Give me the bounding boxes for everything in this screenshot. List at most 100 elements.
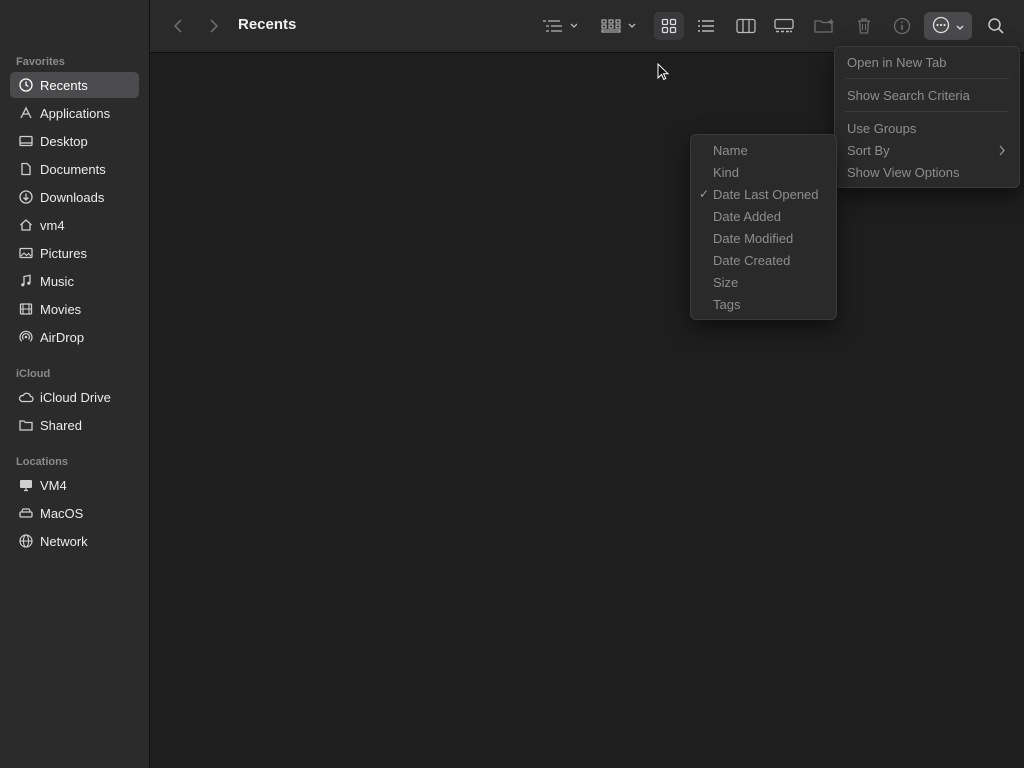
computer-icon	[18, 477, 34, 493]
sidebar: Favorites Recents Applications Desktop D…	[0, 0, 150, 768]
section-title-favorites: Favorites	[16, 56, 65, 68]
group-by-button[interactable]	[538, 12, 580, 40]
sidebar-item-label: Music	[40, 273, 74, 289]
column-view-button[interactable]	[732, 12, 760, 40]
window-title: Recents	[238, 16, 297, 33]
menu-item-label: Show Search Criteria	[847, 87, 970, 103]
sort-option-tags[interactable]: Tags	[691, 293, 836, 315]
menu-item-sort-by[interactable]: Sort By	[835, 139, 1019, 161]
ellipsis-circle-icon	[932, 16, 950, 37]
download-icon	[18, 189, 34, 205]
back-button[interactable]	[168, 12, 188, 40]
menu-item-label: Tags	[713, 296, 741, 312]
sidebar-item-label: Applications	[40, 105, 111, 121]
list-group-icon	[541, 19, 577, 33]
globe-icon	[18, 533, 34, 549]
sidebar-item-label: Network	[40, 533, 88, 549]
home-icon	[18, 217, 34, 233]
sidebar-item-recents[interactable]: Recents	[10, 72, 139, 98]
sidebar-item-macos[interactable]: MacOS	[10, 500, 139, 526]
section-title-locations: Locations	[16, 456, 68, 468]
sort-by-submenu: Name Kind ✓ Date Last Opened Date Added …	[690, 134, 837, 320]
menu-item-label: Open in New Tab	[847, 54, 947, 70]
column-view-icon	[736, 18, 756, 34]
sort-option-date-modified[interactable]: Date Modified	[691, 227, 836, 249]
sort-option-name[interactable]: Name	[691, 139, 836, 161]
search-icon	[987, 17, 1005, 35]
icon-view-button[interactable]	[654, 12, 684, 40]
sidebar-item-label: Desktop	[40, 133, 88, 149]
trash-button[interactable]	[852, 12, 876, 40]
info-icon	[893, 17, 911, 35]
sidebar-item-label: MacOS	[40, 505, 84, 521]
sidebar-item-label: Pictures	[40, 245, 87, 261]
sort-option-date-last-opened[interactable]: ✓ Date Last Opened	[691, 183, 836, 205]
menu-separator	[845, 78, 1009, 79]
menu-item-open-in-new-tab[interactable]: Open in New Tab	[835, 51, 1019, 73]
sidebar-item-airdrop[interactable]: AirDrop	[10, 324, 139, 350]
document-icon	[18, 161, 34, 177]
sidebar-item-network[interactable]: Network	[10, 528, 139, 554]
trash-icon	[856, 17, 872, 35]
search-button[interactable]	[984, 12, 1008, 40]
sidebar-item-pictures[interactable]: Pictures	[10, 240, 139, 266]
checkmark-icon: ✓	[699, 187, 710, 201]
sidebar-item-label: Documents	[40, 161, 106, 177]
gallery-view-button[interactable]	[770, 12, 798, 40]
sidebar-item-label: Downloads	[40, 189, 105, 205]
sidebar-item-label: Movies	[40, 301, 82, 317]
cloud-icon	[18, 389, 34, 405]
menu-item-label: Sort By	[847, 142, 890, 158]
menu-separator	[845, 111, 1009, 112]
sidebar-item-vm4[interactable]: vm4	[10, 212, 139, 238]
sidebar-item-documents[interactable]: Documents	[10, 156, 139, 182]
sidebar-item-label: iCloud Drive	[40, 389, 111, 405]
sidebar-item-downloads[interactable]: Downloads	[10, 184, 139, 210]
menu-item-label: Show View Options	[847, 164, 960, 180]
info-button[interactable]	[890, 12, 914, 40]
menu-item-label: Use Groups	[847, 120, 917, 136]
sidebar-item-applications[interactable]: Applications	[10, 100, 139, 126]
sidebar-item-icloud-drive[interactable]: iCloud Drive	[10, 384, 139, 410]
view-options-button[interactable]	[600, 12, 640, 40]
list-view-button[interactable]	[692, 12, 720, 40]
sidebar-item-music[interactable]: Music	[10, 268, 139, 294]
sidebar-item-label: vm4	[40, 217, 65, 233]
clock-icon	[18, 77, 34, 93]
new-folder-icon	[814, 18, 836, 34]
sidebar-item-shared[interactable]: Shared	[10, 412, 139, 438]
menu-item-show-view-options[interactable]: Show View Options	[835, 161, 1019, 183]
sort-option-size[interactable]: Size	[691, 271, 836, 293]
menu-item-use-groups[interactable]: Use Groups	[835, 117, 1019, 139]
sort-option-kind[interactable]: Kind	[691, 161, 836, 183]
sidebar-item-desktop[interactable]: Desktop	[10, 128, 139, 154]
menu-item-label: Date Created	[713, 252, 791, 268]
sidebar-item-label: Recents	[40, 77, 88, 93]
menu-item-label: Kind	[713, 164, 740, 180]
gallery-view-icon	[774, 18, 794, 34]
airdrop-icon	[18, 329, 34, 345]
section-title-icloud: iCloud	[16, 368, 51, 380]
desktop-icon	[18, 133, 34, 149]
sidebar-item-movies[interactable]: Movies	[10, 296, 139, 322]
menu-item-label: Date Modified	[713, 230, 794, 246]
photo-icon	[18, 245, 34, 261]
sort-option-date-added[interactable]: Date Added	[691, 205, 836, 227]
chevron-left-icon	[173, 18, 183, 34]
list-view-icon	[697, 19, 715, 33]
new-folder-button[interactable]	[812, 12, 838, 40]
menu-item-label: Date Added	[713, 208, 781, 224]
forward-button[interactable]	[204, 12, 224, 40]
applications-icon	[18, 105, 34, 121]
menu-item-label: Name	[713, 142, 748, 158]
mouse-pointer-icon	[657, 62, 670, 84]
menu-item-label: Date Last Opened	[713, 186, 819, 202]
chevron-right-icon	[209, 18, 219, 34]
shared-folder-icon	[18, 417, 34, 433]
sidebar-item-label: Shared	[40, 417, 82, 433]
sidebar-item-label: AirDrop	[40, 329, 85, 345]
menu-item-show-search-criteria[interactable]: Show Search Criteria	[835, 84, 1019, 106]
sidebar-item-vm4-computer[interactable]: VM4	[10, 472, 139, 498]
sort-option-date-created[interactable]: Date Created	[691, 249, 836, 271]
action-menu-button[interactable]	[924, 12, 972, 40]
